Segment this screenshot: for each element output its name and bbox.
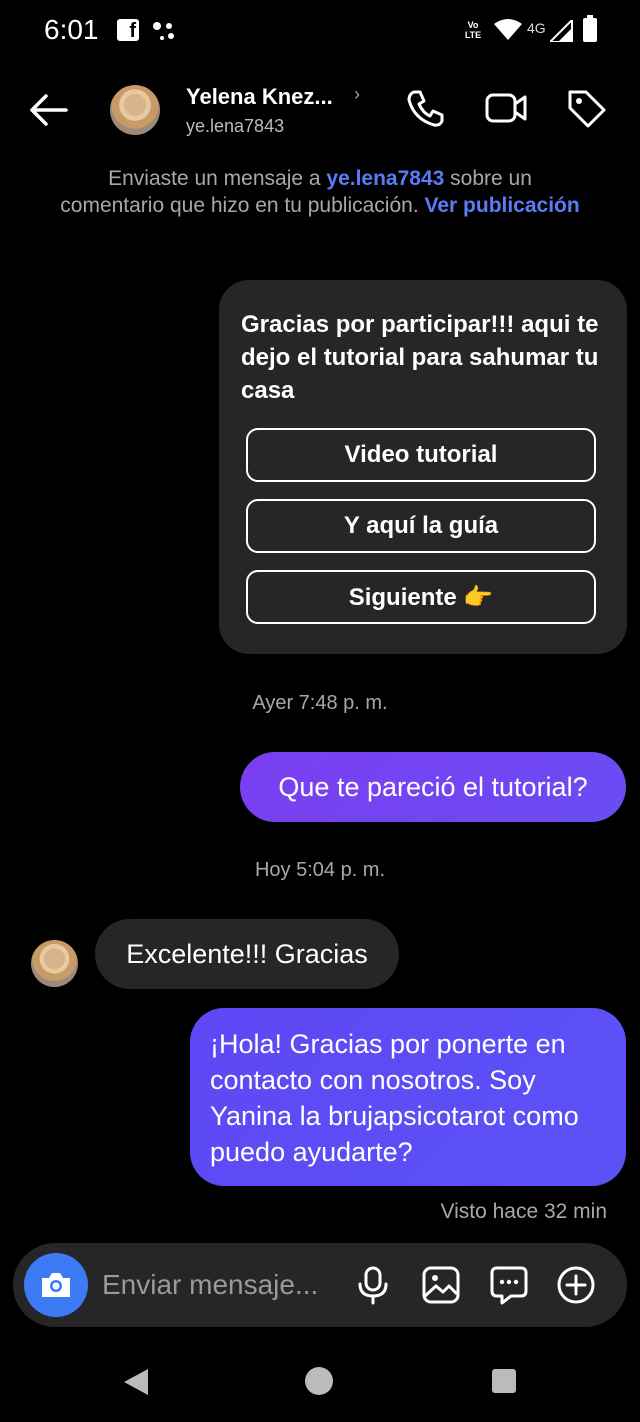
- message-composer: [13, 1243, 627, 1327]
- chevron-right-icon[interactable]: ›: [354, 84, 360, 105]
- assistant-dots-icon: [153, 22, 174, 40]
- camera-icon: [42, 1273, 70, 1297]
- camera-button[interactable]: [24, 1253, 88, 1317]
- contact-name[interactable]: Yelena Knez...: [186, 84, 333, 110]
- timestamp: Ayer 7:48 p. m.: [252, 692, 388, 714]
- status-time: 6:01: [44, 14, 99, 45]
- message-input[interactable]: [102, 1265, 342, 1305]
- phone-icon[interactable]: [404, 86, 448, 130]
- video-tutorial-button[interactable]: Video tutorial: [246, 428, 596, 482]
- back-arrow-icon[interactable]: [26, 90, 70, 130]
- contact-avatar[interactable]: [110, 85, 160, 135]
- timestamp: Hoy 5:04 p. m.: [254, 859, 386, 881]
- template-message-text: Gracias por participar!!! aqui te dejo e…: [241, 311, 599, 404]
- outgoing-message[interactable]: Que te pareció el tutorial?: [240, 752, 626, 822]
- nav-home-icon[interactable]: [305, 1367, 333, 1395]
- plus-icon[interactable]: [556, 1265, 596, 1305]
- video-camera-icon[interactable]: [484, 86, 528, 130]
- volte-indicator: Vo LTE: [464, 20, 482, 40]
- battery-icon: [583, 15, 597, 42]
- reply-context-notice: Enviaste un mensaje a ye.lena7843 sobre …: [60, 165, 580, 219]
- gallery-icon[interactable]: [421, 1265, 461, 1305]
- seen-status: Visto hace 32 min: [440, 1200, 607, 1223]
- wifi-icon: [494, 19, 522, 40]
- nav-recents-icon[interactable]: [492, 1369, 516, 1393]
- sender-avatar[interactable]: [31, 940, 78, 987]
- contact-username[interactable]: ye.lena7843: [186, 116, 284, 137]
- microphone-icon[interactable]: [353, 1265, 393, 1305]
- outgoing-message[interactable]: ¡Hola! Gracias por ponerte en contacto c…: [190, 1008, 626, 1186]
- guide-button[interactable]: Y aquí la guía: [246, 499, 596, 553]
- nav-back-icon[interactable]: [122, 1367, 150, 1397]
- notice-username-link[interactable]: ye.lena7843: [326, 167, 444, 190]
- sticker-chat-icon[interactable]: [489, 1265, 529, 1305]
- next-button[interactable]: Siguiente 👉: [246, 570, 596, 624]
- signal-icon: [550, 20, 573, 42]
- facebook-notification-icon: f: [117, 19, 139, 42]
- incoming-message[interactable]: Excelente!!! Gracias: [95, 919, 399, 989]
- tag-icon[interactable]: [564, 86, 608, 130]
- notice-text: Enviaste un mensaje a: [108, 167, 327, 190]
- template-message-card: Gracias por participar!!! aqui te dejo e…: [219, 280, 627, 654]
- network-type: 4G: [527, 20, 546, 36]
- view-post-link[interactable]: Ver publicación: [425, 194, 580, 217]
